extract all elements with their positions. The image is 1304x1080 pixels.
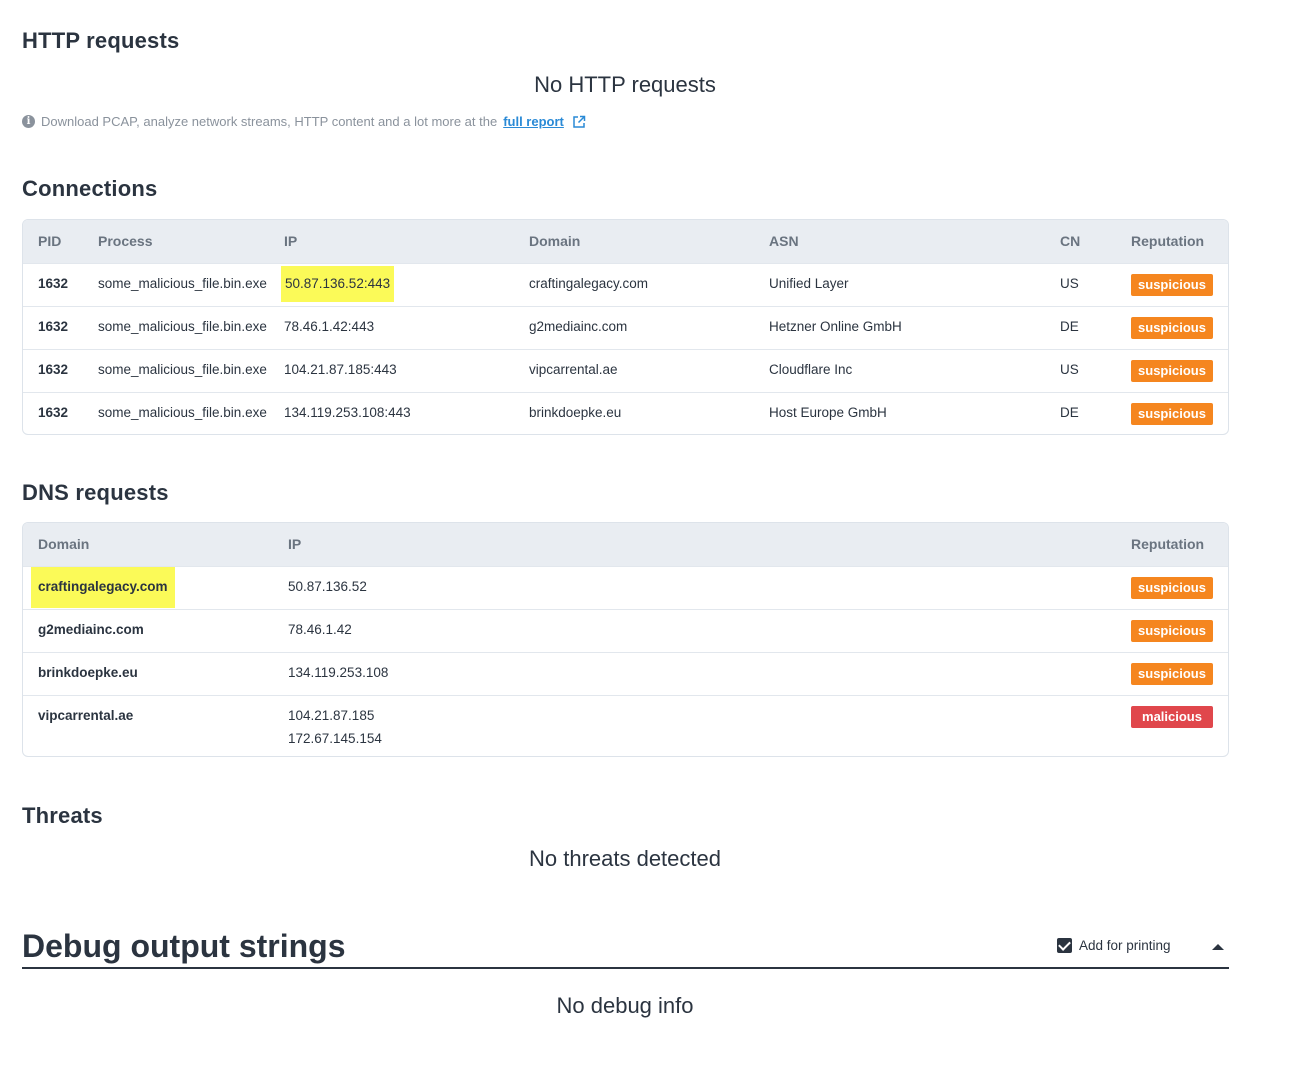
external-link-icon[interactable]	[572, 115, 586, 129]
cn-cell: US	[1060, 276, 1079, 291]
add-for-printing-control[interactable]: Add for printing	[1057, 938, 1171, 953]
connections-header-row: PID Process IP Domain ASN CN Reputation	[23, 220, 1228, 263]
full-report-link[interactable]: full report	[503, 114, 564, 129]
ip-cell-highlighted: 50.87.136.52:443	[281, 266, 395, 302]
asn-cell: Unified Layer	[769, 276, 849, 291]
ip-cell: 50.87.136.52	[288, 579, 367, 594]
dns-table: Domain IP Reputation craftingalegacy.com…	[22, 522, 1229, 757]
domain-cell: g2mediainc.com	[38, 622, 144, 637]
table-row[interactable]: 1632 some_malicious_file.bin.exe 50.87.1…	[23, 263, 1228, 306]
process-cell: some_malicious_file.bin.exe	[98, 405, 267, 420]
reputation-badge-malicious: malicious	[1131, 706, 1213, 728]
domain-cell: g2mediainc.com	[529, 319, 628, 334]
domain-cell: brinkdoepke.eu	[38, 665, 138, 680]
debug-empty-message: No debug info	[556, 993, 694, 1018]
table-row[interactable]: brinkdoepke.eu 134.119.253.108 suspiciou…	[23, 652, 1228, 695]
pid-cell: 1632	[38, 276, 69, 291]
pcap-info-text: Download PCAP, analyze network streams, …	[41, 114, 498, 129]
domain-cell: vipcarrental.ae	[38, 708, 134, 723]
table-row[interactable]: 1632 some_malicious_file.bin.exe 104.21.…	[23, 349, 1228, 392]
domain-cell: brinkdoepke.eu	[529, 405, 622, 420]
table-row[interactable]: vipcarrental.ae 104.21.87.185 172.67.145…	[23, 695, 1228, 756]
threats-empty-message: No threats detected	[528, 846, 721, 871]
reputation-badge-suspicious: suspicious	[1131, 577, 1213, 599]
debug-output-title: Debug output strings	[22, 928, 346, 964]
col-header-asn: ASN	[769, 233, 799, 249]
cn-cell: DE	[1060, 319, 1079, 334]
col-header-domain: Domain	[38, 536, 90, 552]
col-header-pid: PID	[38, 233, 62, 249]
http-requests-title: HTTP requests	[22, 28, 180, 53]
pcap-info-line: i Download PCAP, analyze network streams…	[22, 114, 586, 129]
cn-cell: DE	[1060, 405, 1079, 420]
col-header-process: Process	[98, 233, 153, 249]
col-header-ip: IP	[288, 536, 302, 552]
table-row[interactable]: craftingalegacy.com 50.87.136.52 suspici…	[23, 566, 1228, 609]
col-header-reputation: Reputation	[1131, 233, 1205, 249]
reputation-badge-suspicious: suspicious	[1131, 274, 1213, 296]
domain-cell-highlighted: craftingalegacy.com	[31, 567, 175, 608]
domain-cell: vipcarrental.ae	[529, 362, 618, 377]
asn-cell: Hetzner Online GmbH	[769, 319, 902, 334]
cn-cell: US	[1060, 362, 1079, 377]
pid-cell: 1632	[38, 405, 69, 420]
add-for-printing-label[interactable]: Add for printing	[1079, 938, 1171, 953]
reputation-badge-suspicious: suspicious	[1131, 360, 1213, 382]
dns-header-row: Domain IP Reputation	[23, 523, 1228, 566]
col-header-cn: CN	[1060, 233, 1081, 249]
domain-cell: craftingalegacy.com	[529, 276, 649, 291]
process-cell: some_malicious_file.bin.exe	[98, 276, 267, 291]
process-cell: some_malicious_file.bin.exe	[98, 362, 267, 377]
collapse-caret-icon[interactable]	[1212, 944, 1224, 950]
col-header-domain: Domain	[529, 233, 581, 249]
connections-table: PID Process IP Domain ASN CN Reputation …	[22, 219, 1229, 435]
debug-divider	[22, 967, 1229, 969]
ip-cell: 78.46.1.42:443	[284, 319, 375, 334]
http-empty-message: No HTTP requests	[534, 72, 716, 97]
table-row[interactable]: 1632 some_malicious_file.bin.exe 134.119…	[23, 392, 1228, 434]
col-header-reputation: Reputation	[1131, 536, 1205, 552]
reputation-badge-suspicious: suspicious	[1131, 620, 1213, 642]
reputation-badge-suspicious: suspicious	[1131, 663, 1213, 685]
add-for-printing-checkbox[interactable]	[1057, 938, 1072, 953]
ip-cell: 104.21.87.185:443	[284, 362, 397, 377]
col-header-ip: IP	[284, 233, 298, 249]
asn-cell: Host Europe GmbH	[769, 405, 887, 420]
pid-cell: 1632	[38, 319, 69, 334]
table-row[interactable]: g2mediainc.com 78.46.1.42 suspicious	[23, 609, 1228, 652]
pid-cell: 1632	[38, 362, 69, 377]
info-icon: i	[22, 115, 35, 128]
reputation-badge-suspicious: suspicious	[1131, 403, 1213, 425]
reputation-badge-suspicious: suspicious	[1131, 317, 1213, 339]
process-cell: some_malicious_file.bin.exe	[98, 319, 267, 334]
ip-cell: 134.119.253.108:443	[284, 405, 411, 420]
dns-requests-title: DNS requests	[22, 480, 169, 505]
ip-cell-secondary: 172.67.145.154	[288, 731, 382, 746]
ip-cell: 104.21.87.185	[288, 708, 375, 723]
ip-cell: 134.119.253.108	[288, 665, 389, 680]
threats-title: Threats	[22, 803, 103, 828]
ip-cell: 78.46.1.42	[288, 622, 352, 637]
table-row[interactable]: 1632 some_malicious_file.bin.exe 78.46.1…	[23, 306, 1228, 349]
connections-title: Connections	[22, 176, 158, 201]
asn-cell: Cloudflare Inc	[769, 362, 853, 377]
